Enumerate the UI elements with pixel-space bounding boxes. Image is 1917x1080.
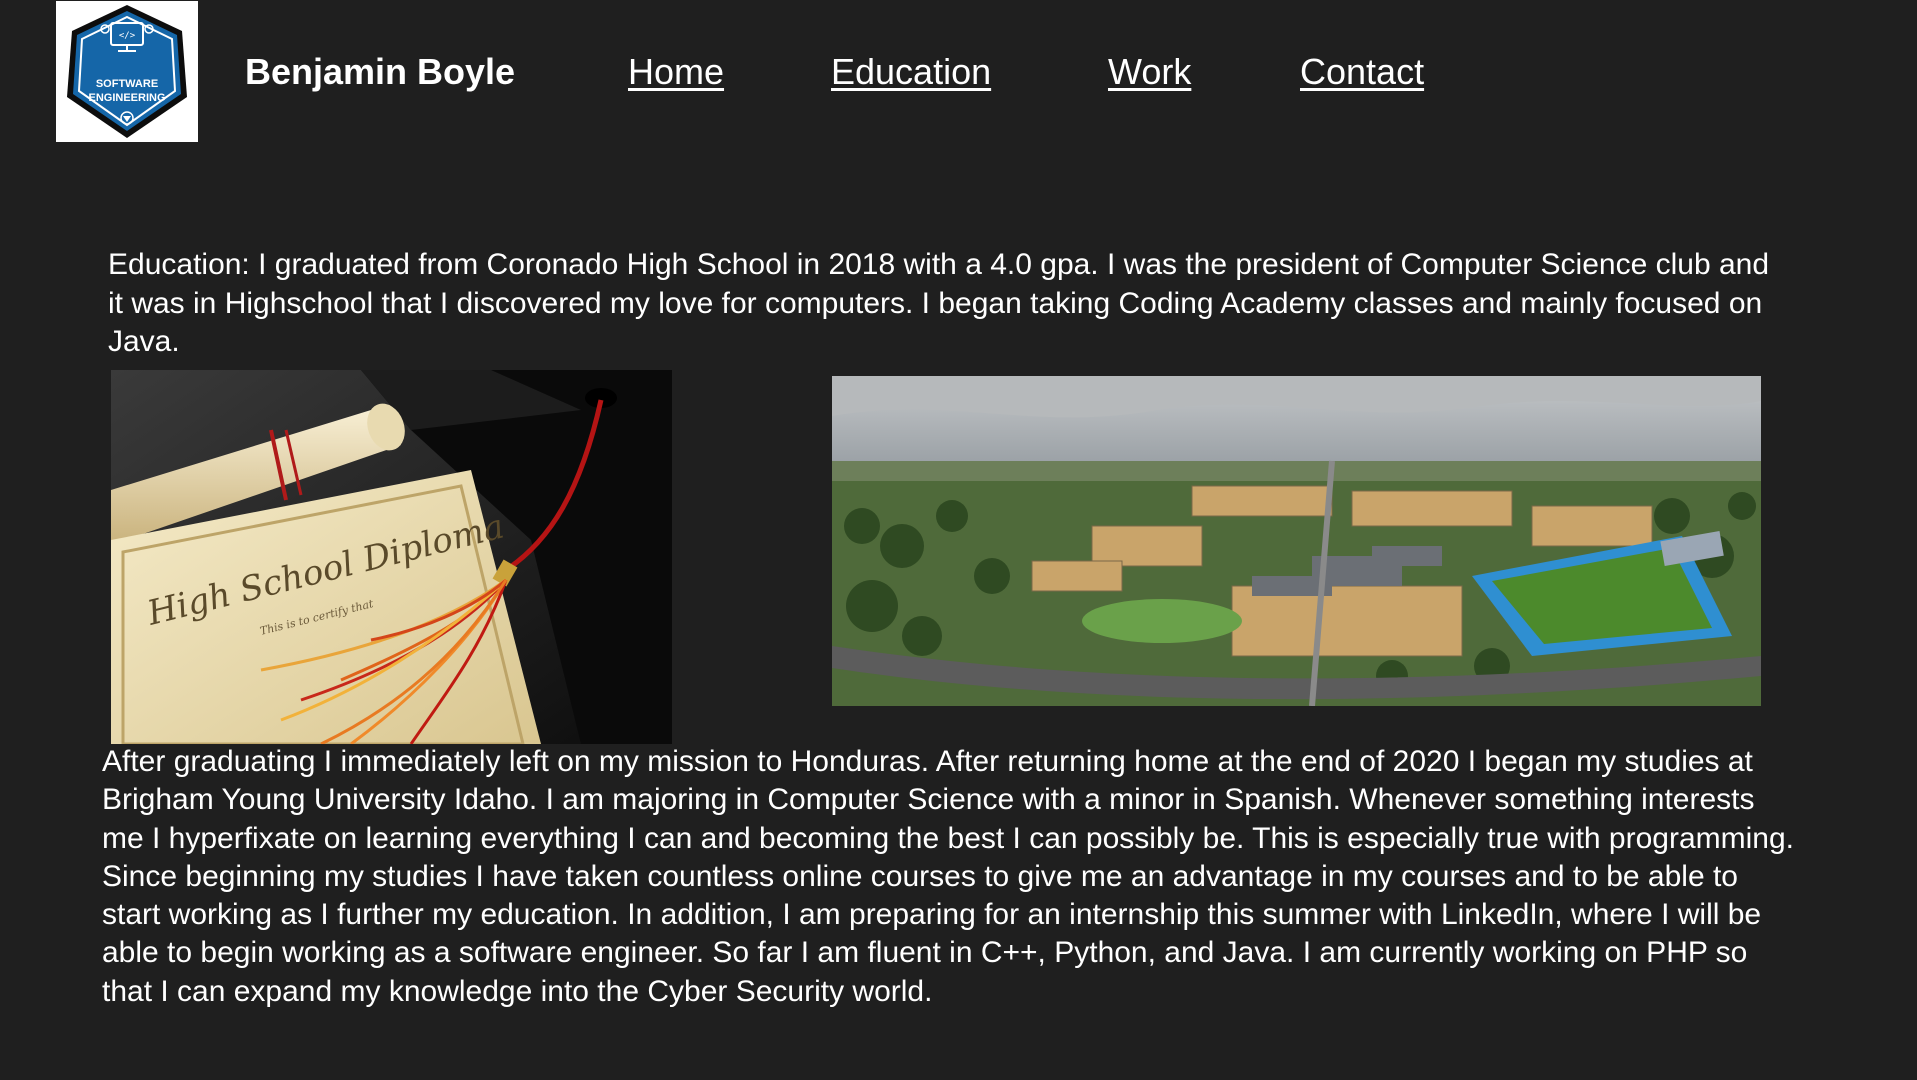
software-engineering-badge-icon: </> SOFTWARE ENGINEERING xyxy=(67,5,187,138)
site-logo[interactable]: </> SOFTWARE ENGINEERING xyxy=(56,1,198,142)
svg-text:</>: </> xyxy=(119,31,136,41)
diploma-image: High School Diploma This is to certify t… xyxy=(111,370,672,744)
logo-line-2: ENGINEERING xyxy=(88,92,165,104)
campus-image xyxy=(832,376,1761,706)
logo-line-1: SOFTWARE xyxy=(96,78,158,90)
site-name: Benjamin Boyle xyxy=(245,51,516,92)
nav-link-work[interactable]: Work xyxy=(1108,50,1191,94)
nav-link-education[interactable]: Education xyxy=(831,50,991,94)
nav-link-home[interactable]: Home xyxy=(628,50,724,94)
nav-link-contact[interactable]: Contact xyxy=(1300,50,1424,94)
education-body-text: After graduating I immediately left on m… xyxy=(102,745,1794,1008)
education-intro-text: Education: I graduated from Coronado Hig… xyxy=(108,248,1770,358)
